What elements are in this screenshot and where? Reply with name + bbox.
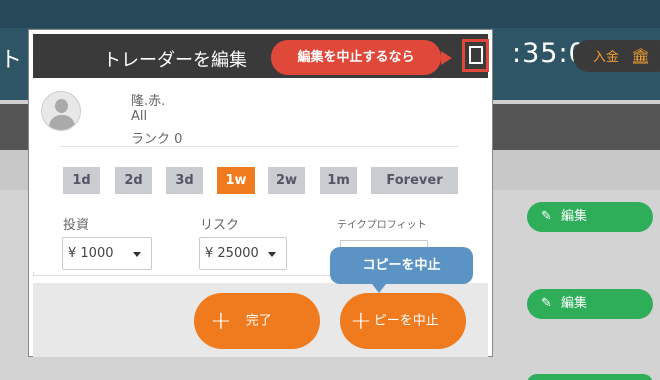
modal-title: トレーダーを編集 — [103, 50, 247, 71]
edit-button-label: 編集 — [561, 296, 588, 311]
chevron-down-icon — [133, 252, 141, 257]
period-tab-2w[interactable]: 2w — [268, 167, 305, 194]
edit-button[interactable]: ✎ 編集 — [527, 202, 653, 232]
chevron-down-icon — [268, 252, 276, 257]
investment-value: ¥ 1000 — [68, 246, 114, 261]
avatar-head — [55, 99, 68, 113]
profile-divider — [60, 146, 458, 147]
app-header-strip — [0, 0, 660, 28]
plus-icon: + — [350, 306, 372, 336]
trader-avatar — [41, 91, 81, 131]
trader-group: All — [131, 109, 148, 124]
period-tab-1w[interactable]: 1w — [217, 167, 255, 194]
risk-value: ¥ 25000 — [205, 246, 259, 261]
avatar-body — [49, 115, 75, 130]
plus-icon: + — [210, 306, 232, 336]
copy-icon — [469, 46, 483, 64]
period-tab-1m[interactable]: 1m — [320, 167, 357, 194]
pencil-icon: ✎ — [541, 209, 552, 224]
stop-hint-pointer — [372, 284, 386, 293]
edit-button[interactable]: ✎ 編集 — [527, 289, 653, 319]
close-hint-pointer — [441, 51, 452, 65]
risk-label: リスク — [200, 218, 240, 233]
close-modal-button[interactable] — [462, 39, 489, 72]
deposit-label: 入金 — [593, 50, 620, 65]
stop-hint-callout: コピーを中止 — [330, 247, 473, 284]
investment-label: 投資 — [63, 218, 90, 233]
period-tab-1d[interactable]: 1d — [63, 167, 100, 194]
pencil-icon: ✎ — [541, 296, 552, 311]
stop-copy-button[interactable]: + ピーを中止 — [340, 293, 466, 349]
period-tab-forever[interactable]: Forever — [371, 167, 458, 194]
stop-copy-button-label: ピーを中止 — [373, 313, 439, 329]
bank-icon: 🏛 — [631, 47, 651, 65]
edit-button-label: 編集 — [561, 209, 588, 224]
risk-select[interactable]: ¥ 25000 — [199, 237, 287, 270]
investment-select[interactable]: ¥ 1000 — [62, 237, 152, 270]
done-button[interactable]: + 完了 — [194, 293, 320, 349]
period-tab-2d[interactable]: 2d — [115, 167, 152, 194]
trader-rank: ランク 0 — [131, 132, 183, 147]
edit-button-partial[interactable] — [527, 374, 653, 380]
period-tab-3d[interactable]: 3d — [166, 167, 203, 194]
take-profit-label: テイクプロフィット — [337, 220, 427, 231]
close-hint-callout: 編集を中止するなら — [271, 40, 441, 75]
done-button-label: 完了 — [245, 313, 272, 329]
trader-name: 隆.赤. — [131, 94, 166, 109]
deposit-button[interactable]: 入金 🏛 — [573, 40, 660, 72]
app-title-fragment: ト — [0, 48, 23, 73]
